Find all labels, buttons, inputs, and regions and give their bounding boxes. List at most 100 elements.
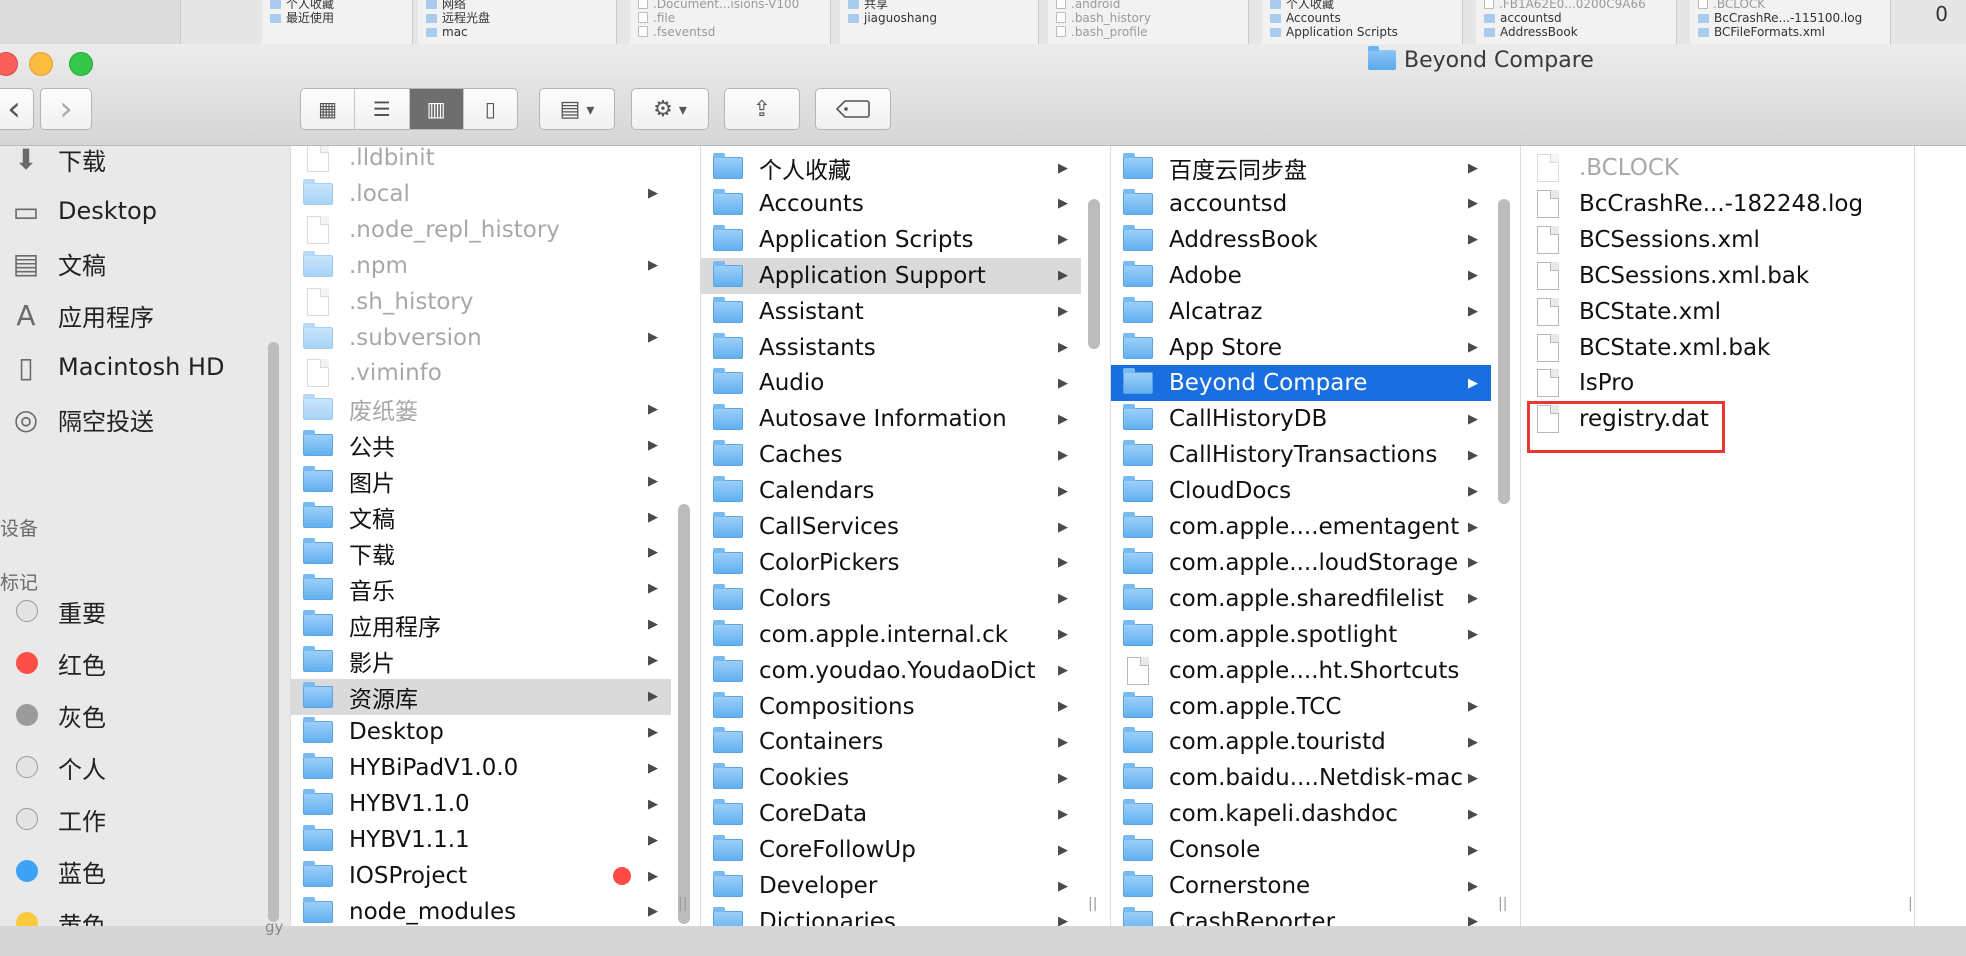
folder-row[interactable]: Adobe ▶ bbox=[1111, 258, 1491, 294]
sidebar-item[interactable]: ◎ 隔空投送 bbox=[0, 396, 280, 442]
folder-row[interactable]: Application Support ▶ bbox=[701, 257, 1081, 294]
minimize-button[interactable] bbox=[29, 52, 53, 76]
folder-row[interactable]: Cornerstone ▶ bbox=[1111, 868, 1491, 904]
folder-row[interactable]: Containers ▶ bbox=[701, 724, 1081, 760]
folder-row[interactable]: Developer ▶ bbox=[701, 868, 1081, 904]
folder-row[interactable]: Cookies ▶ bbox=[701, 760, 1081, 796]
sidebar-item[interactable]: ▯ Macintosh HD bbox=[0, 344, 280, 390]
folder-row[interactable]: HYBV1.1.0 ▶ bbox=[291, 786, 671, 822]
column-resize-handle[interactable]: || bbox=[1498, 896, 1507, 920]
folder-row[interactable]: com.youdao.YoudaoDict ▶ bbox=[701, 653, 1081, 689]
column-view-button[interactable]: ▥ bbox=[409, 89, 464, 129]
zoom-button[interactable] bbox=[69, 52, 93, 76]
folder-row[interactable]: com.apple.internal.ck ▶ bbox=[701, 617, 1081, 653]
folder-row[interactable]: 应用程序 ▶ bbox=[291, 607, 671, 643]
folder-row[interactable]: com.kapeli.dashdoc ▶ bbox=[1111, 796, 1491, 832]
folder-row[interactable]: CoreData ▶ bbox=[701, 796, 1081, 832]
sidebar-scrollbar[interactable] bbox=[268, 342, 279, 922]
sidebar-tag[interactable]: 重要 bbox=[0, 588, 280, 634]
folder-row[interactable]: Beyond Compare ▶ bbox=[1111, 365, 1491, 402]
folder-row[interactable]: CrashReporter ▶ bbox=[1111, 904, 1491, 926]
sidebar-tag[interactable]: 个人 bbox=[0, 744, 280, 790]
tags-button[interactable] bbox=[815, 88, 891, 130]
folder-row[interactable]: AddressBook ▶ bbox=[1111, 222, 1491, 258]
sidebar-tag[interactable]: 黄色 bbox=[0, 900, 280, 926]
folder-row[interactable]: com.baidu....Netdisk-mac ▶ bbox=[1111, 760, 1491, 796]
folder-row[interactable]: 图片 ▶ bbox=[291, 463, 671, 499]
file-row[interactable]: BCSessions.xml.bak bbox=[1521, 258, 1901, 294]
file-row[interactable]: .BCLOCK bbox=[1521, 150, 1901, 186]
back-button[interactable]: ‹ bbox=[0, 88, 34, 130]
folder-row[interactable]: 公共 ▶ bbox=[291, 427, 671, 463]
folder-row[interactable]: 影片 ▶ bbox=[291, 643, 671, 679]
folder-row[interactable]: App Store ▶ bbox=[1111, 330, 1491, 366]
folder-row[interactable]: CallHistoryDB ▶ bbox=[1111, 401, 1491, 437]
sidebar-tag[interactable]: 红色 bbox=[0, 640, 280, 686]
folder-row[interactable]: 百度云同步盘 ▶ bbox=[1111, 150, 1491, 186]
column-resize-handle[interactable]: || bbox=[1088, 896, 1097, 920]
folder-row[interactable]: Assistants ▶ bbox=[701, 330, 1081, 366]
forward-button[interactable]: › bbox=[40, 88, 92, 130]
folder-row[interactable]: 资源库 ▶ bbox=[291, 678, 671, 715]
folder-row[interactable]: com.apple....loudStorage ▶ bbox=[1111, 545, 1491, 581]
folder-row[interactable]: Colors ▶ bbox=[701, 581, 1081, 617]
folder-row[interactable]: Desktop ▶ bbox=[291, 714, 671, 750]
folder-row[interactable]: Alcatraz ▶ bbox=[1111, 294, 1491, 330]
file-row[interactable]: IsPro bbox=[1521, 365, 1901, 401]
folder-row[interactable]: Accounts ▶ bbox=[701, 186, 1081, 222]
sidebar-tag[interactable]: 工作 bbox=[0, 796, 280, 842]
sidebar-item[interactable]: ⬇ 下载 bbox=[0, 146, 280, 182]
folder-row[interactable]: accountsd ▶ bbox=[1111, 186, 1491, 222]
folder-row[interactable]: CallServices ▶ bbox=[701, 509, 1081, 545]
file-row[interactable]: .node_repl_history bbox=[291, 212, 671, 248]
folder-row[interactable]: IOSProject ▶ bbox=[291, 858, 671, 894]
folder-row[interactable]: Compositions ▶ bbox=[701, 689, 1081, 725]
folder-row[interactable]: ColorPickers ▶ bbox=[701, 545, 1081, 581]
folder-row[interactable]: com.apple.spotlight ▶ bbox=[1111, 617, 1491, 653]
app-support-scrollbar[interactable] bbox=[1088, 199, 1100, 349]
folder-row[interactable]: Calendars ▶ bbox=[701, 473, 1081, 509]
folder-row[interactable]: com.apple.TCC ▶ bbox=[1111, 689, 1491, 725]
arrange-button[interactable]: ▤ ▾ bbox=[539, 88, 615, 130]
folder-row[interactable]: HYBiPadV1.0.0 ▶ bbox=[291, 750, 671, 786]
folder-row[interactable]: Application Scripts ▶ bbox=[701, 222, 1081, 258]
sidebar-item[interactable]: A 应用程序 bbox=[0, 292, 280, 338]
folder-row[interactable]: .subversion ▶ bbox=[291, 320, 671, 356]
folder-row[interactable]: 文稿 ▶ bbox=[291, 499, 671, 535]
folder-row[interactable]: com.apple.sharedfilelist ▶ bbox=[1111, 581, 1491, 617]
file-row[interactable]: BCSessions.xml bbox=[1521, 222, 1901, 258]
sidebar-item[interactable]: ▤ 文稿 bbox=[0, 240, 280, 286]
file-row[interactable]: BcCrashRe...-182248.log bbox=[1521, 186, 1901, 222]
icon-view-button[interactable]: ▦ bbox=[301, 89, 356, 129]
sidebar-item[interactable]: ▭ Desktop bbox=[0, 188, 280, 234]
file-row[interactable]: com.apple....ht.Shortcuts bbox=[1111, 653, 1491, 689]
folder-row[interactable]: node_modules ▶ bbox=[291, 894, 671, 926]
folder-row[interactable]: 下载 ▶ bbox=[291, 535, 671, 571]
folder-row[interactable]: Assistant ▶ bbox=[701, 294, 1081, 330]
sidebar-tag[interactable]: 蓝色 bbox=[0, 848, 280, 894]
folder-row[interactable]: Caches ▶ bbox=[701, 437, 1081, 473]
file-row[interactable]: .sh_history bbox=[291, 284, 671, 320]
action-button[interactable]: ⚙ ▾ bbox=[631, 88, 709, 130]
folder-row[interactable]: Audio ▶ bbox=[701, 365, 1081, 401]
folder-row[interactable]: CallHistoryTransactions ▶ bbox=[1111, 437, 1491, 473]
folder-row[interactable]: com.apple.touristd ▶ bbox=[1111, 724, 1491, 760]
list-view-button[interactable]: ☰ bbox=[355, 89, 410, 129]
folder-row[interactable]: .local ▶ bbox=[291, 176, 671, 212]
folder-row[interactable]: HYBV1.1.1 ▶ bbox=[291, 822, 671, 858]
folder-row[interactable]: CloudDocs ▶ bbox=[1111, 473, 1491, 509]
library-scrollbar[interactable] bbox=[678, 504, 690, 924]
file-row[interactable]: .lldbinit bbox=[291, 146, 671, 176]
file-row[interactable]: .viminfo bbox=[291, 355, 671, 391]
folder-row[interactable]: 废纸篓 ▶ bbox=[291, 391, 671, 427]
folder-row[interactable]: .npm ▶ bbox=[291, 248, 671, 284]
beyond-compare-scrollbar[interactable] bbox=[1498, 199, 1510, 504]
file-row[interactable]: BCState.xml.bak bbox=[1521, 330, 1901, 366]
close-button[interactable] bbox=[0, 52, 18, 76]
folder-row[interactable]: Autosave Information ▶ bbox=[701, 401, 1081, 437]
folder-row[interactable]: com.apple....ementagent ▶ bbox=[1111, 509, 1491, 545]
sidebar-tag[interactable]: 灰色 bbox=[0, 692, 280, 738]
folder-row[interactable]: CoreFollowUp ▶ bbox=[701, 832, 1081, 868]
folder-row[interactable]: 个人收藏 ▶ bbox=[701, 150, 1081, 186]
share-button[interactable]: ⇪ bbox=[724, 88, 800, 130]
